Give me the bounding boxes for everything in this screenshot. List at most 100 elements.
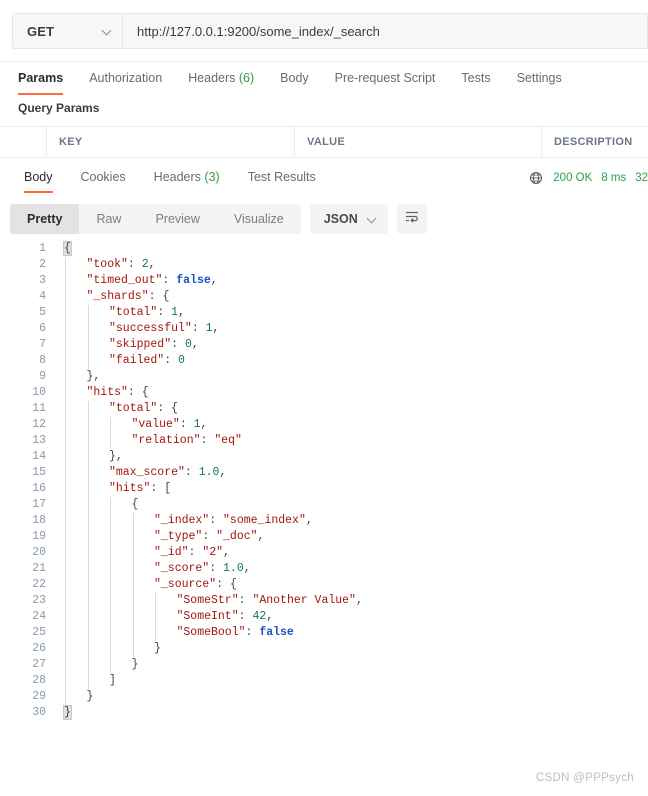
code-token: [ (164, 482, 171, 495)
code-token: false (176, 274, 211, 287)
code-text: "value": 1, (132, 417, 208, 433)
code-token: "_shards" (87, 290, 149, 303)
code-token: } (154, 642, 161, 655)
code-token: "eq" (214, 434, 242, 447)
status-time[interactable]: 8 ms (601, 172, 626, 184)
http-method-dropdown[interactable]: GET (12, 13, 123, 49)
code-text: "failed": 0 (109, 353, 185, 369)
code-token: "relation" (132, 434, 201, 447)
code-text: "total": 1, (109, 305, 185, 321)
code-token: , (192, 338, 199, 351)
response-tab-headers[interactable]: Headers (3) (154, 163, 220, 193)
line-number: 17 (0, 497, 46, 513)
line-number: 8 (0, 353, 46, 369)
request-tab-authorization[interactable]: Authorization (89, 62, 162, 95)
code-token: "2" (202, 546, 223, 559)
code-token: } (87, 690, 94, 703)
http-method-label: GET (27, 24, 102, 39)
code-line: 2 "took": 2, (0, 257, 648, 273)
view-mode-visualize[interactable]: Visualize (217, 204, 301, 234)
code-token: , (356, 594, 363, 607)
code-text: "SomeStr": "Another Value", (177, 593, 363, 609)
code-token: : (239, 594, 253, 607)
request-tab-pre-request-script[interactable]: Pre-request Script (335, 62, 436, 95)
code-text: "timed_out": false, (87, 273, 218, 289)
chevron-down-icon (367, 214, 377, 224)
line-number: 29 (0, 689, 46, 705)
code-line: 6"successful": 1, (0, 321, 648, 337)
response-tab-test-results[interactable]: Test Results (248, 163, 316, 193)
code-text: }, (87, 369, 101, 385)
request-tab-headers[interactable]: Headers (6) (188, 62, 254, 95)
view-mode-raw[interactable]: Raw (79, 204, 138, 234)
request-tab-settings[interactable]: Settings (517, 62, 562, 95)
code-text: "took": 2, (87, 257, 156, 273)
response-body-code[interactable]: 1{2"took": 2,3"timed_out": false,4"_shar… (0, 238, 648, 796)
params-col-key: KEY (47, 127, 295, 157)
code-token: : (149, 290, 163, 303)
code-token: : (180, 418, 194, 431)
code-token: , (219, 466, 226, 479)
response-tab-cookies[interactable]: Cookies (81, 163, 126, 193)
code-token: "_source" (154, 578, 216, 591)
line-number: 22 (0, 577, 46, 593)
code-text: } (64, 705, 71, 721)
response-tab-body[interactable]: Body (24, 163, 53, 193)
line-number: 12 (0, 417, 46, 433)
request-tab-params[interactable]: Params (18, 62, 63, 95)
code-token: "hits" (87, 386, 128, 399)
code-token: "Another Value" (252, 594, 356, 607)
code-token: { (171, 402, 178, 415)
code-line: 8 "failed": 0 (0, 353, 648, 369)
code-line: 25"SomeBool": false (0, 625, 648, 641)
url-input[interactable]: http://127.0.0.1:9200/some_index/_search (123, 13, 648, 49)
line-number: 9 (0, 369, 46, 385)
tab-label: Headers (154, 170, 205, 184)
view-mode-segmented-control: PrettyRawPreviewVisualize (10, 204, 301, 234)
request-tab-tests[interactable]: Tests (461, 62, 490, 95)
response-format-dropdown[interactable]: JSON (310, 204, 388, 234)
view-mode-preview[interactable]: Preview (138, 204, 216, 234)
code-line: 30} (0, 705, 648, 721)
code-token: "SomeBool" (177, 626, 246, 639)
code-token: "total" (109, 306, 157, 319)
request-tabs: Params Authorization Headers (6) Body Pre-re… (0, 62, 648, 96)
code-token: , (213, 322, 220, 335)
code-token: "_index" (154, 514, 209, 527)
line-number: 19 (0, 529, 46, 545)
code-token: 1 (171, 306, 178, 319)
code-line: 17{ (0, 497, 648, 513)
line-number: 23 (0, 593, 46, 609)
status-code[interactable]: 200 OK (553, 172, 592, 184)
code-line: 21"_score": 1.0, (0, 561, 648, 577)
code-token: : (192, 322, 206, 335)
code-token: : (239, 610, 253, 623)
line-number: 2 (0, 257, 46, 273)
code-token: "SomeInt" (177, 610, 239, 623)
line-number: 1 (0, 241, 46, 257)
code-token: 1.0 (199, 466, 220, 479)
code-line: 1{ (0, 241, 648, 257)
status-size[interactable]: 32 (635, 172, 648, 184)
tab-label: Headers (188, 71, 239, 85)
code-text: }, (109, 449, 123, 465)
code-token: : (202, 530, 216, 543)
code-text: "_id": "2", (154, 545, 230, 561)
view-mode-pretty[interactable]: Pretty (10, 204, 79, 234)
code-token: : (171, 338, 185, 351)
code-token: "timed_out" (87, 274, 163, 287)
line-number: 15 (0, 465, 46, 481)
watermark: CSDN @PPPsych (536, 772, 634, 784)
code-line: 18"_index": "some_index", (0, 513, 648, 529)
code-text: "SomeInt": 42, (177, 609, 274, 625)
code-token: 1 (206, 322, 213, 335)
word-wrap-toggle[interactable] (397, 204, 427, 234)
code-token: "some_index" (223, 514, 306, 527)
line-number: 11 (0, 401, 46, 417)
request-tab-body[interactable]: Body (280, 62, 309, 95)
code-token: ] (109, 674, 116, 687)
code-text: "_score": 1.0, (154, 561, 251, 577)
line-number: 6 (0, 321, 46, 337)
code-text: "_shards": { (87, 289, 170, 305)
code-token: "_type" (154, 530, 202, 543)
